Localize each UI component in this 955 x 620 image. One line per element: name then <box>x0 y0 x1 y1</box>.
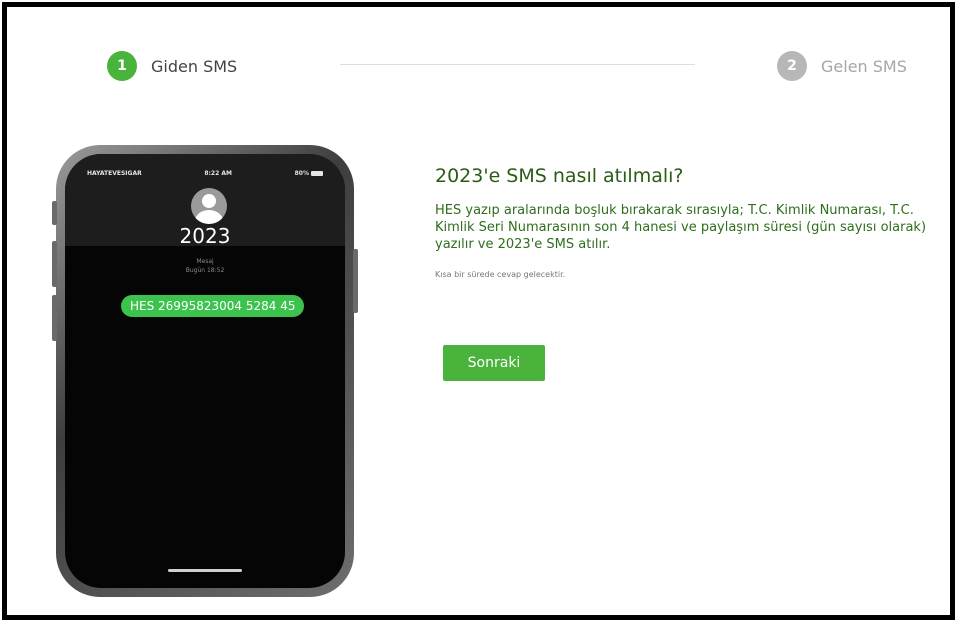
phone-screen: HAYATEVESIGAR 8:22 AM 80% 2023 Mesaj Bug… <box>65 154 345 588</box>
step-outgoing-sms[interactable]: 1 Giden SMS <box>107 51 237 81</box>
step-incoming-sms[interactable]: 2 Gelen SMS <box>777 51 907 81</box>
carrier-label: HAYATEVESIGAR <box>87 170 142 177</box>
step-number-badge: 2 <box>777 51 807 81</box>
stepper-divider <box>340 64 695 65</box>
phone-side-button <box>52 295 57 341</box>
instruction-text: HES yazıp aralarında boşluk bırakarak sı… <box>435 203 927 252</box>
battery-status: 80% <box>295 170 323 177</box>
phone-side-button <box>52 241 57 287</box>
contact-name: 2023 <box>179 224 231 248</box>
contact-avatar-icon <box>191 188 227 224</box>
next-button[interactable]: Sonraki <box>443 345 545 381</box>
step-label: Gelen SMS <box>821 56 907 76</box>
message-meta: Mesaj Bugün 18:52 <box>65 257 345 275</box>
status-time: 8:22 AM <box>204 170 232 177</box>
response-note: Kısa bir sürede cevap gelecektir. <box>435 270 566 279</box>
step-number-badge: 1 <box>107 51 137 81</box>
status-bar: HAYATEVESIGAR 8:22 AM 80% <box>87 170 323 177</box>
page-title: 2023'e SMS nasıl atılmalı? <box>435 165 684 187</box>
phone-side-button <box>353 249 358 313</box>
sms-bubble: HES 26995823004 5284 45 <box>121 295 305 317</box>
phone-mockup: HAYATEVESIGAR 8:22 AM 80% 2023 Mesaj Bug… <box>52 145 358 597</box>
message-timestamp: Bugün 18:52 <box>185 267 225 274</box>
battery-icon <box>310 171 323 176</box>
page-frame: 1 Giden SMS 2 Gelen SMS HAYATEVESIGAR 8:… <box>2 2 955 620</box>
battery-percent: 80% <box>294 170 309 177</box>
step-label: Giden SMS <box>151 56 238 76</box>
home-indicator <box>168 569 242 572</box>
phone-side-button <box>52 201 57 225</box>
message-label: Mesaj <box>196 258 214 265</box>
message-header: HAYATEVESIGAR 8:22 AM 80% 2023 <box>65 154 345 248</box>
